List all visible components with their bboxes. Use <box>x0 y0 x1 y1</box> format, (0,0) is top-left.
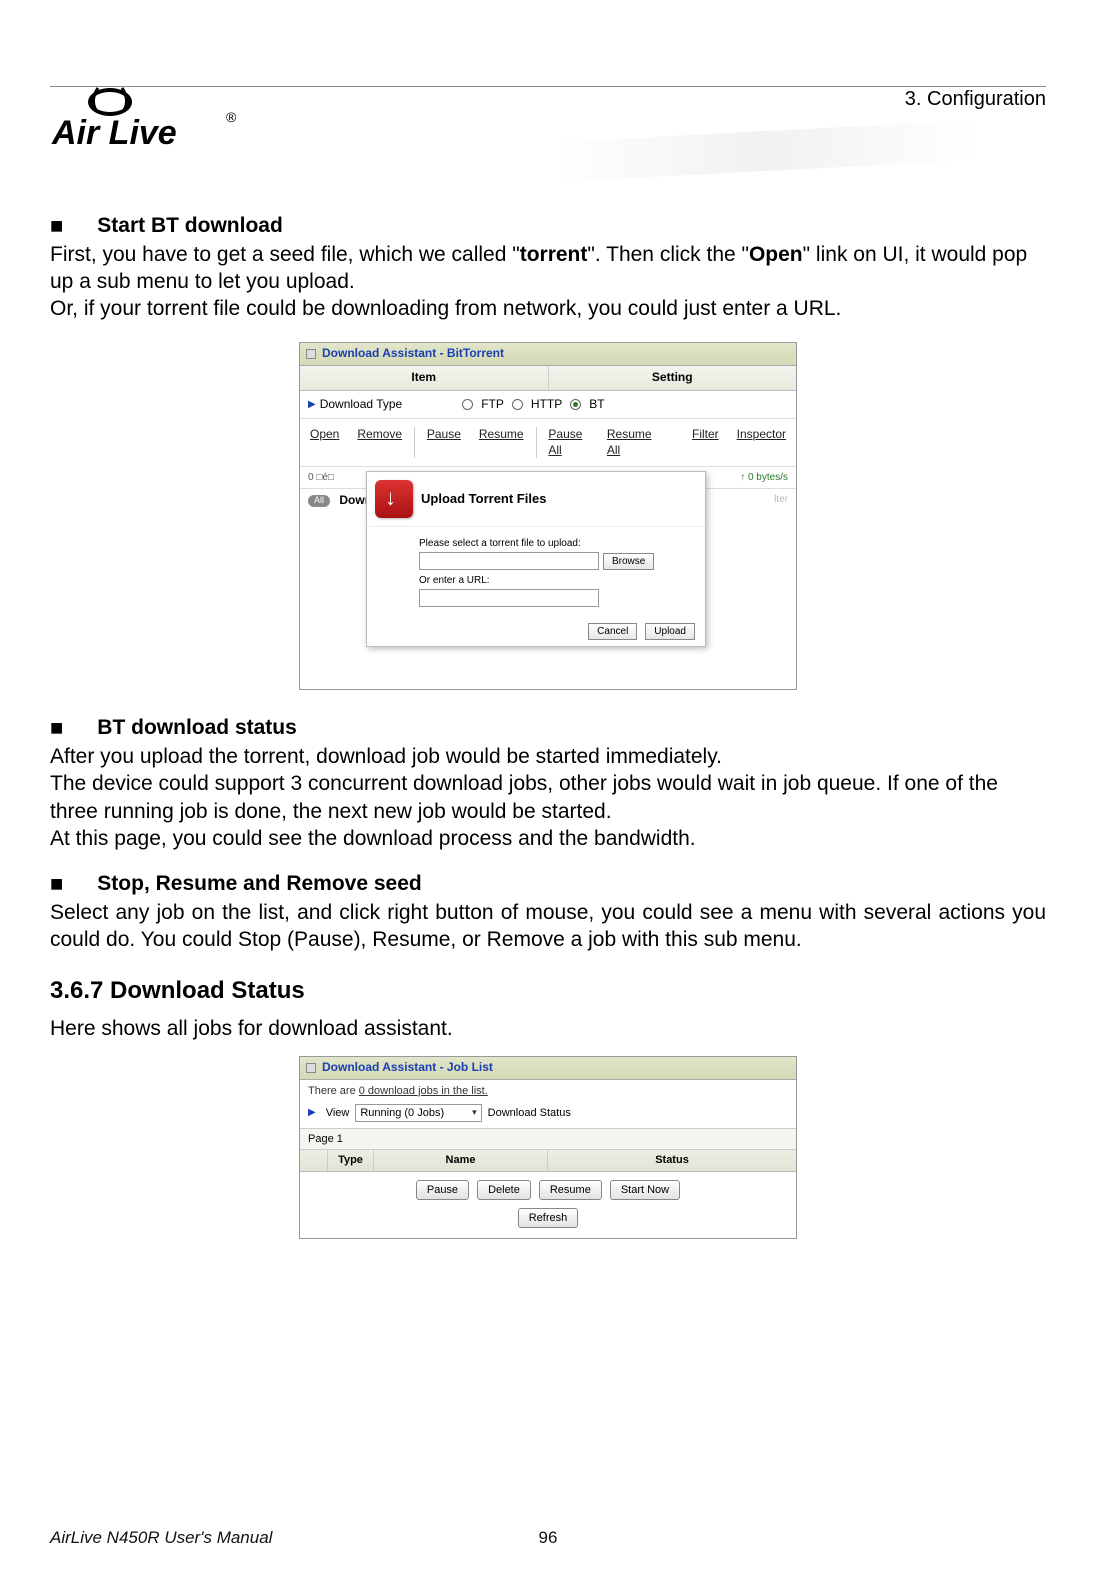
content: ■ Start BT download First, you have to g… <box>50 196 1046 1239</box>
stats-left: 0 □é□ <box>308 471 334 484</box>
modal-label-url: Or enter a URL: <box>419 574 695 587</box>
torrent-url-input[interactable] <box>419 589 599 607</box>
screenshot-joblist: Download Assistant - Job List There are … <box>299 1056 797 1239</box>
download-icon <box>375 480 413 518</box>
col-setting: Setting <box>549 366 797 390</box>
modal-title: Upload Torrent Files <box>421 491 546 508</box>
pause-button[interactable]: Pause <box>416 1180 469 1200</box>
s2-p2: The device could support 3 concurrent do… <box>50 770 1046 825</box>
panel-titlebar: Download Assistant - BitTorrent <box>300 343 796 366</box>
col-name: Name <box>374 1150 548 1170</box>
start-now-button[interactable]: Start Now <box>610 1180 680 1200</box>
s3-p1: Select any job on the list, and click ri… <box>50 899 1046 954</box>
row-download-type: ▶ Download Type FTP HTTP BT <box>300 391 796 420</box>
inspector-link[interactable]: Inspector <box>737 427 786 458</box>
window-icon <box>306 349 316 359</box>
svg-text:Air Live: Air Live <box>51 114 177 152</box>
radio-bt-label: BT <box>589 397 604 413</box>
upload-torrent-modal: Upload Torrent Files Please select a tor… <box>366 471 706 647</box>
bullet-icon: ■ <box>50 212 63 241</box>
col-blank <box>300 1150 328 1170</box>
text: First, you have to get a seed file, whic… <box>50 243 520 266</box>
filter-all-pill[interactable]: All <box>308 495 330 507</box>
svg-text:®: ® <box>226 109 237 125</box>
s2-p3: At this page, you could see the download… <box>50 825 1046 852</box>
bullet-icon: ■ <box>50 714 63 743</box>
text: ". Then click the " <box>587 243 749 266</box>
section-title-stop-resume: Stop, Resume and Remove seed <box>97 870 421 897</box>
resume-all-link[interactable]: Resume All <box>607 427 656 458</box>
open-link[interactable]: Open <box>310 427 339 458</box>
joblist-info: There are 0 download jobs in the list. <box>300 1080 796 1102</box>
footer-page-number: 96 <box>539 1527 558 1549</box>
col-status: Status <box>548 1150 796 1170</box>
row-label: Download Type <box>320 397 403 413</box>
panel-titlebar: Download Assistant - Job List <box>300 1057 796 1080</box>
pause-link[interactable]: Pause <box>427 427 461 458</box>
info-b: 0 download jobs in the list. <box>359 1085 488 1097</box>
screenshot-bittorrent: Download Assistant - BitTorrent Item Set… <box>299 342 797 690</box>
view-select[interactable]: Running (0 Jobs) ▾ <box>355 1104 481 1122</box>
radio-http-label: HTTP <box>531 397 562 413</box>
toolbar-sep <box>536 427 537 458</box>
footer-manual: AirLive N450R User's Manual <box>50 1527 272 1549</box>
bt-toolbar: Open Remove Pause Resume Pause All Resum… <box>300 419 796 466</box>
browse-button[interactable]: Browse <box>603 553 654 570</box>
delete-button[interactable]: Delete <box>477 1180 531 1200</box>
stats-up: ↑ 0 bytes/s <box>740 471 788 484</box>
view-select-value: Running (0 Jobs) <box>360 1106 444 1120</box>
cancel-button[interactable]: Cancel <box>588 623 637 640</box>
download-status-link[interactable]: Download Status <box>488 1106 571 1120</box>
brand-logo: Air Live ® <box>50 86 250 163</box>
open-bold: Open <box>749 243 803 266</box>
header-divider <box>50 86 1046 87</box>
section-title-start-bt: Start BT download <box>97 212 283 239</box>
view-label: View <box>326 1106 350 1120</box>
s1-paragraph-2: Or, if your torrent file could be downlo… <box>50 295 1046 322</box>
col-item: Item <box>300 366 549 390</box>
s1-paragraph-1: First, you have to get a seed file, whic… <box>50 241 1046 296</box>
s2-p1: After you upload the torrent, download j… <box>50 743 1046 770</box>
info-a: There are <box>308 1085 359 1097</box>
bt-body: All Down lter Upload Torrent Files Pleas… <box>300 489 796 689</box>
s4-p1: Here shows all jobs for download assista… <box>50 1015 1046 1042</box>
resume-link[interactable]: Resume <box>479 427 524 458</box>
resume-button[interactable]: Resume <box>539 1180 602 1200</box>
page-footer: AirLive N450R User's Manual 96 AirLive N… <box>50 1527 1046 1549</box>
bullet-icon: ■ <box>50 870 63 899</box>
table-header: Item Setting <box>300 366 796 391</box>
row-marker-icon: ▶ <box>308 1106 316 1119</box>
page-indicator: Page 1 <box>300 1128 796 1150</box>
refresh-button[interactable]: Refresh <box>518 1208 579 1228</box>
radio-ftp-label: FTP <box>481 397 504 413</box>
section-title-bt-status: BT download status <box>97 714 297 741</box>
radio-bt[interactable] <box>570 399 581 410</box>
pause-all-link[interactable]: Pause All <box>548 427 588 458</box>
page-header: Air Live ® 3. Configuration <box>50 86 1046 196</box>
panel-title: Download Assistant - Job List <box>322 1060 493 1076</box>
row-marker-icon: ▶ <box>308 398 316 411</box>
torrent-bold: torrent <box>520 243 588 266</box>
remove-link[interactable]: Remove <box>357 427 402 458</box>
header-swoosh <box>556 120 976 182</box>
torrent-file-input[interactable] <box>419 552 599 570</box>
chevron-down-icon: ▾ <box>472 1107 477 1119</box>
modal-label-file: Please select a torrent file to upload: <box>419 537 695 550</box>
faded-text: lter <box>774 493 788 506</box>
window-icon <box>306 1063 316 1073</box>
panel-title: Download Assistant - BitTorrent <box>322 346 504 362</box>
section-title-download-status: 3.6.7 Download Status <box>50 975 1046 1006</box>
chapter-label: 3. Configuration <box>905 86 1046 112</box>
upload-button[interactable]: Upload <box>645 623 695 640</box>
radio-http[interactable] <box>512 399 523 410</box>
toolbar-sep <box>414 427 415 458</box>
joblist-thead: Type Name Status <box>300 1150 796 1171</box>
radio-ftp[interactable] <box>462 399 473 410</box>
filter-link[interactable]: Filter <box>692 427 719 458</box>
col-type: Type <box>328 1150 374 1170</box>
